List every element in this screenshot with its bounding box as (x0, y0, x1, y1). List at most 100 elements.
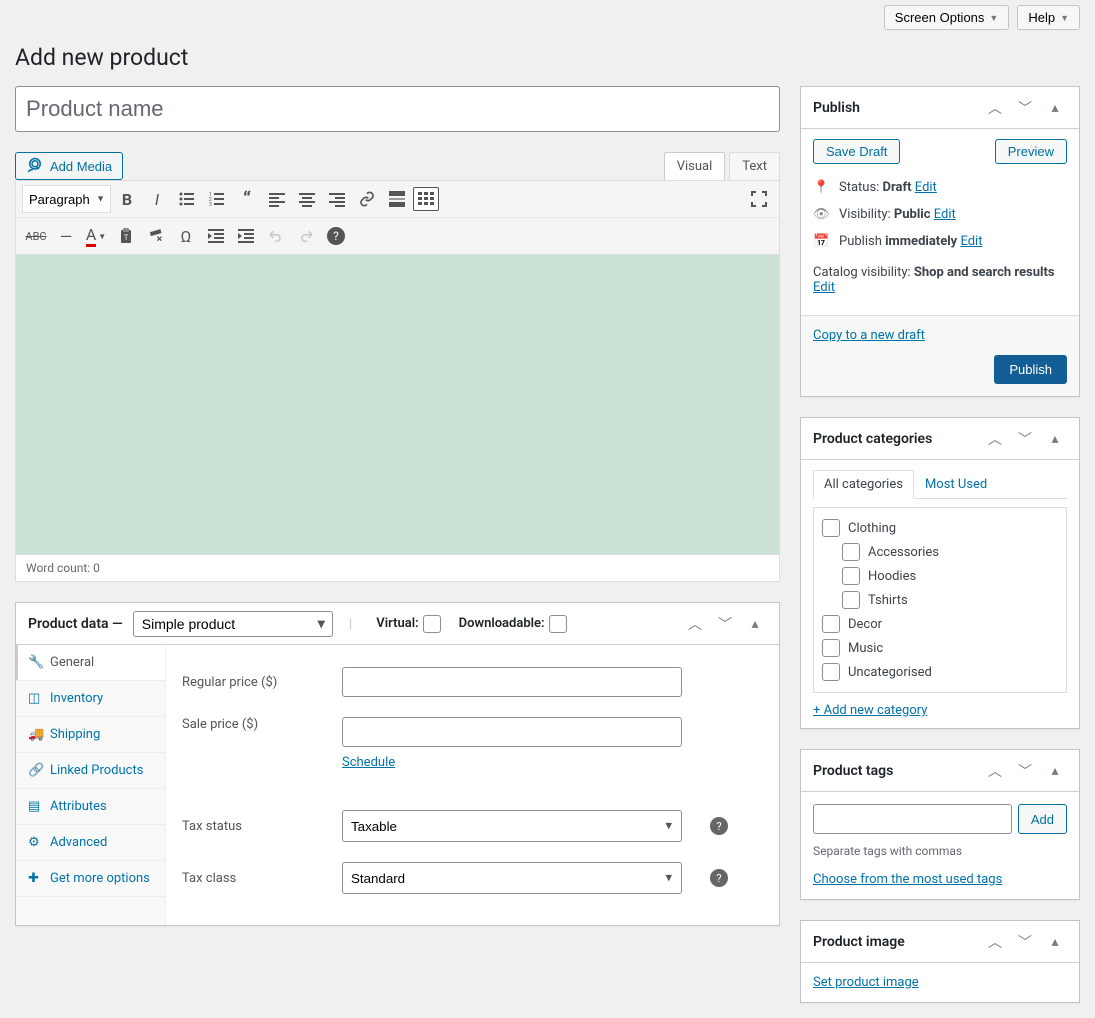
set-product-image-link[interactable]: Set product image (813, 975, 919, 990)
move-up-button[interactable]: ︿ (983, 759, 1007, 783)
product-name-input[interactable] (15, 86, 780, 132)
add-category-link[interactable]: + Add new category (813, 703, 1067, 718)
read-more-button[interactable] (383, 185, 411, 213)
link-icon: 🔗 (28, 763, 42, 778)
checkbox[interactable] (822, 519, 840, 537)
copy-draft-link[interactable]: Copy to a new draft (813, 328, 1067, 343)
tags-title: Product tags (813, 763, 983, 779)
regular-price-input[interactable] (342, 667, 682, 697)
tab-inventory[interactable]: ◫Inventory (16, 681, 165, 717)
help-icon[interactable]: ? (710, 869, 728, 887)
help-icon[interactable]: ? (710, 817, 728, 835)
eye-icon: 👁 (813, 207, 829, 222)
strikethrough-button[interactable]: ABC (22, 222, 50, 250)
svg-text:3: 3 (209, 202, 212, 207)
align-left-button[interactable] (263, 185, 291, 213)
clear-formatting-button[interactable] (142, 222, 170, 250)
move-up-button[interactable]: ︿ (983, 930, 1007, 954)
sale-price-label: Sale price ($) (182, 717, 322, 732)
move-down-button[interactable]: ﹀ (1013, 930, 1037, 954)
edit-catalog-link[interactable]: Edit (813, 280, 835, 295)
move-up-button[interactable]: ︿ (983, 96, 1007, 120)
special-char-button[interactable]: Ω (172, 222, 200, 250)
tab-all-categories[interactable]: All categories (813, 470, 914, 499)
screen-options-button[interactable]: Screen Options (884, 5, 1010, 30)
publish-button[interactable]: Publish (994, 355, 1067, 384)
editor-content[interactable] (15, 255, 780, 555)
choose-tags-link[interactable]: Choose from the most used tags (813, 872, 1002, 887)
tab-text[interactable]: Text (729, 152, 780, 180)
toolbar-toggle-button[interactable] (413, 187, 439, 211)
checkbox[interactable] (842, 591, 860, 609)
move-down-button[interactable]: ﹀ (1013, 759, 1037, 783)
hr-button[interactable]: — (52, 222, 80, 250)
format-select[interactable]: Paragraph (22, 185, 111, 213)
checkbox[interactable] (842, 567, 860, 585)
tab-get-more[interactable]: ✚Get more options (16, 861, 165, 897)
checkbox[interactable] (842, 543, 860, 561)
move-up-button[interactable]: ︿ (683, 612, 707, 636)
preview-button[interactable]: Preview (995, 139, 1067, 164)
category-item[interactable]: Tshirts (822, 588, 1058, 612)
toggle-panel-button[interactable]: ▴ (1043, 930, 1067, 954)
category-item[interactable]: Hoodies (822, 564, 1058, 588)
category-item[interactable]: Accessories (822, 540, 1058, 564)
sale-price-input[interactable] (342, 717, 682, 747)
toggle-panel-button[interactable]: ▴ (1043, 96, 1067, 120)
category-item[interactable]: Uncategorised (822, 660, 1058, 684)
edit-visibility-link[interactable]: Edit (934, 207, 956, 222)
bold-button[interactable]: B (113, 185, 141, 213)
edit-status-link[interactable]: Edit (915, 180, 937, 195)
help-button[interactable]: Help (1017, 5, 1080, 30)
toggle-panel-button[interactable]: ▴ (1043, 427, 1067, 451)
add-tag-button[interactable]: Add (1018, 804, 1067, 834)
inventory-icon: ◫ (28, 691, 42, 706)
tab-general[interactable]: 🔧General (16, 645, 165, 681)
text-color-button[interactable]: A▼ (82, 222, 110, 250)
align-center-button[interactable] (293, 185, 321, 213)
tab-visual[interactable]: Visual (664, 152, 726, 180)
tab-linked-products[interactable]: 🔗Linked Products (16, 753, 165, 789)
schedule-link[interactable]: Schedule (342, 755, 395, 770)
tags-input[interactable] (813, 804, 1012, 834)
italic-button[interactable]: I (143, 185, 171, 213)
outdent-button[interactable] (202, 222, 230, 250)
category-item[interactable]: Clothing (822, 516, 1058, 540)
fullscreen-button[interactable] (745, 185, 773, 213)
save-draft-button[interactable]: Save Draft (813, 139, 900, 164)
checkbox[interactable] (822, 615, 840, 633)
checkbox[interactable] (822, 639, 840, 657)
product-type-select[interactable]: Simple product (133, 611, 333, 637)
toggle-panel-button[interactable]: ▴ (743, 612, 767, 636)
toggle-panel-button[interactable]: ▴ (1043, 759, 1067, 783)
edit-publish-link[interactable]: Edit (960, 234, 982, 249)
help-toolbar-button[interactable]: ? (322, 222, 350, 250)
indent-button[interactable] (232, 222, 260, 250)
bullet-list-button[interactable] (173, 185, 201, 213)
tax-status-select[interactable]: Taxable (342, 810, 682, 842)
checkbox[interactable] (822, 663, 840, 681)
tab-attributes[interactable]: ▤Attributes (16, 789, 165, 825)
undo-button[interactable] (262, 222, 290, 250)
move-down-button[interactable]: ﹀ (1013, 427, 1037, 451)
tax-class-select[interactable]: Standard (342, 862, 682, 894)
category-item[interactable]: Decor (822, 612, 1058, 636)
align-right-button[interactable] (323, 185, 351, 213)
numbered-list-button[interactable]: 123 (203, 185, 231, 213)
move-down-button[interactable]: ﹀ (1013, 96, 1037, 120)
tab-most-used[interactable]: Most Used (914, 470, 998, 499)
category-item[interactable]: Music (822, 636, 1058, 660)
paste-text-button[interactable]: T (112, 222, 140, 250)
redo-button[interactable] (292, 222, 320, 250)
downloadable-checkbox[interactable] (549, 615, 567, 633)
tab-advanced[interactable]: ⚙Advanced (16, 825, 165, 861)
calendar-icon: 📅 (813, 234, 829, 249)
link-button[interactable] (353, 185, 381, 213)
add-media-button[interactable]: Add Media (15, 152, 123, 180)
page-title: Add new product (15, 35, 1080, 86)
move-down-button[interactable]: ﹀ (713, 612, 737, 636)
tab-shipping[interactable]: 🚚Shipping (16, 717, 165, 753)
move-up-button[interactable]: ︿ (983, 427, 1007, 451)
blockquote-button[interactable]: “ (233, 185, 261, 213)
virtual-checkbox[interactable] (423, 615, 441, 633)
